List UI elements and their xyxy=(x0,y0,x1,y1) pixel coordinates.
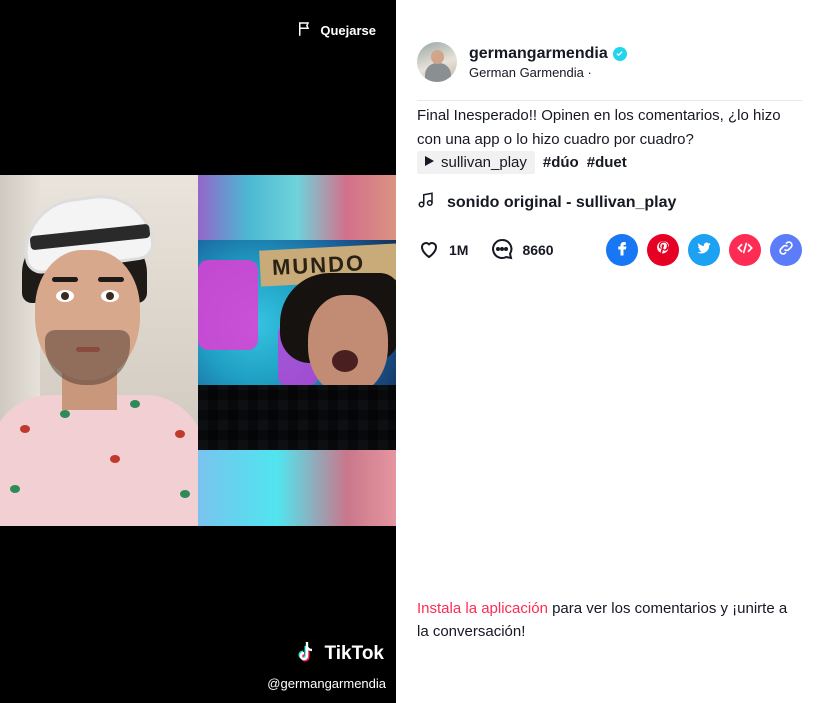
install-app-link[interactable]: Instala la aplicación xyxy=(417,600,548,617)
comment-count: 8660 xyxy=(522,242,554,258)
duet-left-video xyxy=(0,175,198,526)
tiktok-logo: TikTok xyxy=(297,639,384,669)
verified-badge-icon xyxy=(612,46,627,61)
pinterest-icon xyxy=(654,239,672,262)
hashtag-duo[interactable]: #dúo xyxy=(543,154,579,171)
link-icon xyxy=(777,239,795,262)
tag-row: sullivan_play #dúo #duet xyxy=(417,151,627,174)
username[interactable]: germangarmendia xyxy=(469,45,608,63)
twitter-icon xyxy=(695,239,713,262)
share-embed-button[interactable] xyxy=(729,234,761,266)
facebook-icon xyxy=(613,239,631,262)
sound-title: sonido original - sullivan_play xyxy=(447,193,677,211)
duet-right-video: MUNDO xyxy=(198,175,396,526)
tiktok-wordmark: TikTok xyxy=(324,643,384,664)
heart-icon xyxy=(417,237,441,264)
report-label: Quejarse xyxy=(320,23,376,38)
share-facebook-button[interactable] xyxy=(606,234,638,266)
post-caption: Final Inesperado!! Opinen en los comenta… xyxy=(417,107,781,148)
flag-icon xyxy=(296,20,314,41)
like-button[interactable]: 1M xyxy=(417,237,468,264)
share-buttons xyxy=(606,234,802,266)
embed-icon xyxy=(736,239,754,262)
avatar[interactable] xyxy=(417,42,457,82)
video-player[interactable]: Quejarse MUNDO TikTok @germangarmendia xyxy=(0,0,396,703)
hashtag-duet[interactable]: #duet xyxy=(587,154,627,171)
duet-chip[interactable]: sullivan_play xyxy=(417,151,535,174)
like-count: 1M xyxy=(449,242,469,258)
author-info[interactable]: germangarmendia German Garmendia · xyxy=(417,42,627,82)
info-panel: germangarmendia German Garmendia · Final… xyxy=(396,0,820,703)
install-prompt: Instala la aplicación para ver los comen… xyxy=(417,597,797,643)
play-icon xyxy=(423,154,435,171)
video-watermark-handle: @germangarmendia xyxy=(267,676,386,691)
duet-username: sullivan_play xyxy=(441,154,527,171)
nickname: German Garmendia · xyxy=(469,64,592,80)
action-bar: 1M 8660 xyxy=(417,234,802,266)
comment-icon xyxy=(490,237,514,264)
video-frame[interactable]: MUNDO xyxy=(0,175,396,526)
divider xyxy=(417,100,802,101)
comment-button[interactable]: 8660 xyxy=(490,237,554,264)
share-pinterest-button[interactable] xyxy=(647,234,679,266)
sound-link[interactable]: sonido original - sullivan_play xyxy=(417,191,676,214)
music-note-icon xyxy=(417,191,435,214)
share-link-button[interactable] xyxy=(770,234,802,266)
report-button[interactable]: Quejarse xyxy=(296,20,376,41)
share-twitter-button[interactable] xyxy=(688,234,720,266)
tiktok-note-icon xyxy=(297,639,321,669)
